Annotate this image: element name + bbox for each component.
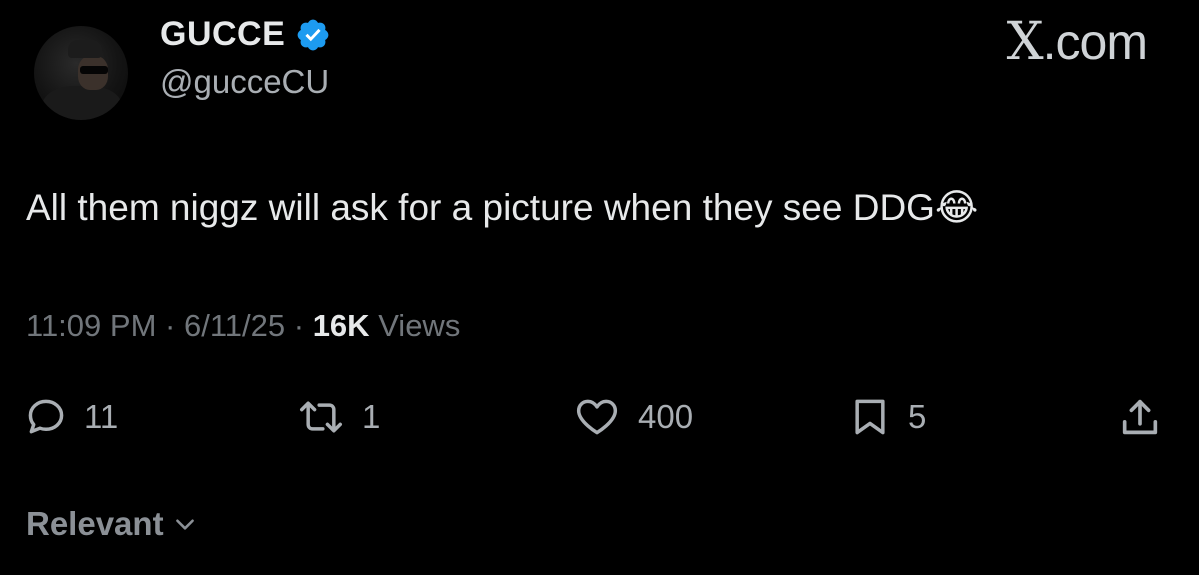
action-bar: 11 1 400 5 (0, 395, 1199, 445)
bookmark-icon (855, 399, 885, 435)
reply-icon (28, 399, 64, 434)
user-handle[interactable]: @gucceCU (160, 63, 329, 101)
like-button[interactable]: 400 (572, 395, 693, 439)
x-com-watermark: X .com (1006, 12, 1148, 72)
tweet-body: All them niggz will ask for a picture wh… (26, 187, 935, 228)
avatar[interactable] (34, 26, 128, 120)
like-icon (576, 399, 618, 435)
repost-button[interactable]: 1 (296, 395, 380, 439)
author-name-row[interactable]: GUCCE (160, 15, 331, 54)
tweet-text: All them niggz will ask for a picture wh… (26, 186, 978, 229)
verified-badge-icon (295, 17, 331, 53)
tweet-meta: 11:09 PM · 6/11/25 · 16K Views (26, 308, 460, 344)
laughing-emoji: 😂 (934, 187, 979, 228)
views-count[interactable]: 16K (313, 308, 370, 343)
bookmark-button[interactable]: 5 (848, 395, 926, 439)
views-label: Views (378, 308, 461, 343)
bookmark-count: 5 (908, 398, 927, 435)
share-button[interactable] (1116, 395, 1164, 441)
sort-label: Relevant (26, 505, 164, 542)
sort-dropdown[interactable]: Relevant (26, 505, 198, 543)
brand-domain: .com (1042, 14, 1148, 70)
meta-separator: · (165, 308, 176, 343)
like-count: 400 (638, 398, 694, 435)
share-icon (1122, 399, 1158, 435)
reply-count: 11 (84, 398, 119, 435)
tweet-date[interactable]: 6/11/25 (184, 308, 285, 343)
reply-button[interactable]: 11 (24, 395, 118, 439)
x-logo-icon: X (1006, 12, 1044, 72)
repost-icon (300, 401, 342, 433)
meta-separator: · (293, 308, 305, 343)
chevron-down-icon (175, 519, 194, 530)
repost-count: 1 (362, 398, 381, 435)
display-name[interactable]: GUCCE (160, 15, 285, 54)
tweet-time[interactable]: 11:09 PM (26, 308, 156, 343)
